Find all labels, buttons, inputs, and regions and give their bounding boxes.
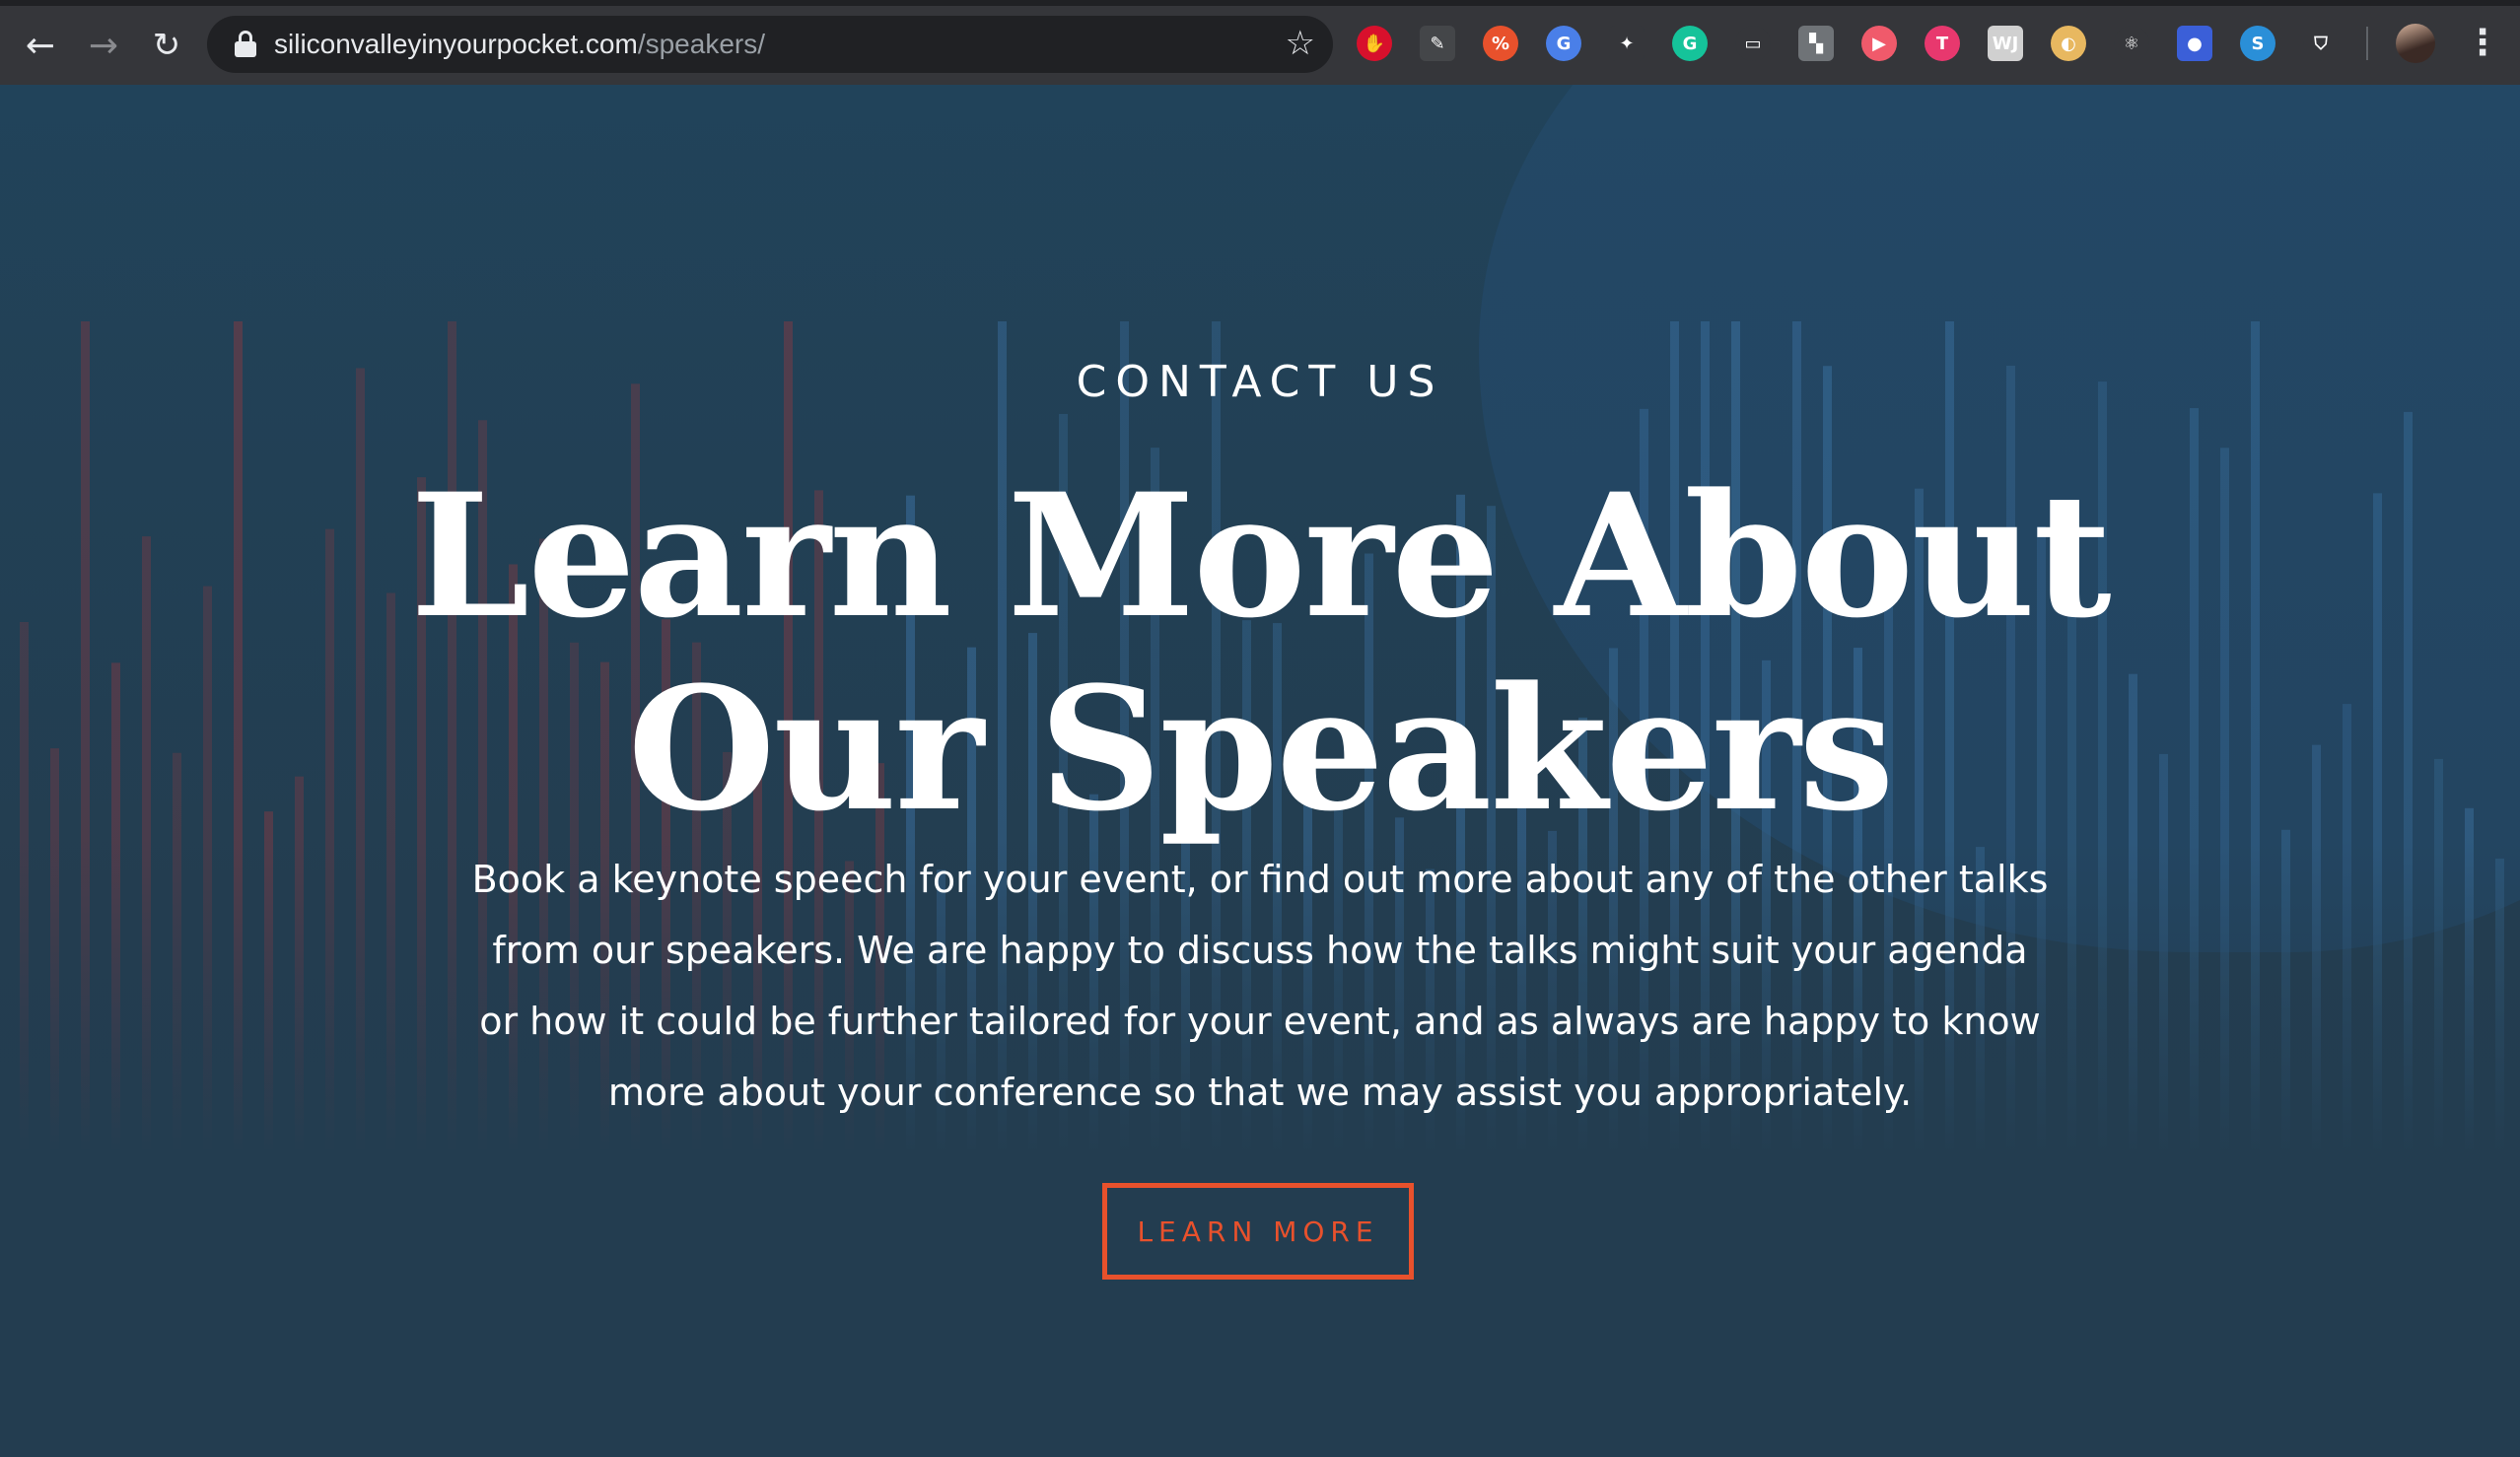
title-line-1: Learn More About bbox=[410, 455, 2111, 656]
lock-icon[interactable] bbox=[235, 31, 256, 58]
url-host: siliconvalleyinyourpocket.com bbox=[274, 29, 638, 59]
video-icon[interactable]: ▶ bbox=[1861, 26, 1897, 61]
forward-arrow-icon[interactable]: → bbox=[77, 19, 130, 72]
bookmark-star-icon[interactable]: ☆ bbox=[1286, 24, 1315, 63]
wj-icon[interactable]: WJ bbox=[1988, 26, 2023, 61]
pen-icon[interactable]: ✎ bbox=[1420, 26, 1455, 61]
color-picker-icon[interactable]: ◐ bbox=[2051, 26, 2086, 61]
eyebrow-label: CONTACT US bbox=[1076, 357, 1444, 407]
t-icon[interactable]: T bbox=[1925, 26, 1960, 61]
hero-description: Book a keynote speech for your event, or… bbox=[471, 858, 2049, 1114]
address-bar[interactable]: siliconvalleyinyourpocket.com/speakers/ … bbox=[207, 16, 1333, 73]
url-path: /speakers/ bbox=[637, 29, 765, 59]
ublock-icon[interactable]: ✋ bbox=[1357, 26, 1392, 61]
url-text[interactable]: siliconvalleyinyourpocket.com/speakers/ bbox=[274, 29, 765, 60]
profile-avatar[interactable] bbox=[2396, 24, 2435, 63]
firefox-icon[interactable]: ● bbox=[2177, 26, 2212, 61]
back-arrow-icon[interactable]: ← bbox=[14, 19, 67, 72]
page-title: Learn More About Our Speakers bbox=[0, 459, 2520, 846]
extensions-toolbar: ✋ ✎% G ✦ G ▭ ▚ ▶ T WJ ◐ ⚛ ● S ⛉ ⋮ bbox=[1357, 24, 2500, 63]
bird-icon[interactable]: ✦ bbox=[1609, 26, 1645, 61]
s-icon[interactable]: S bbox=[2240, 26, 2275, 61]
cast-icon[interactable]: ▭ bbox=[1735, 26, 1771, 61]
learn-more-button[interactable]: LEARN MORE bbox=[1102, 1183, 1414, 1280]
hero-section: CONTACT US Learn More About Our Speakers… bbox=[0, 85, 2520, 1457]
translate-icon[interactable]: % bbox=[1483, 26, 1518, 61]
shield-icon[interactable]: ⛉ bbox=[2303, 26, 2339, 61]
grammarly-icon[interactable]: G bbox=[1672, 26, 1708, 61]
reload-icon[interactable]: ↻ bbox=[140, 19, 193, 72]
puzzle-icon[interactable]: ▚ bbox=[1798, 26, 1834, 61]
toolbar-divider bbox=[2366, 27, 2368, 60]
react-icon[interactable]: ⚛ bbox=[2114, 26, 2149, 61]
title-line-2: Our Speakers bbox=[627, 649, 1895, 849]
google-translate-icon[interactable]: G bbox=[1546, 26, 1581, 61]
browser-menu-icon[interactable]: ⋮ bbox=[2465, 26, 2500, 61]
browser-toolbar: ← → ↻ siliconvalleyinyourpocket.com/spea… bbox=[0, 0, 2520, 85]
